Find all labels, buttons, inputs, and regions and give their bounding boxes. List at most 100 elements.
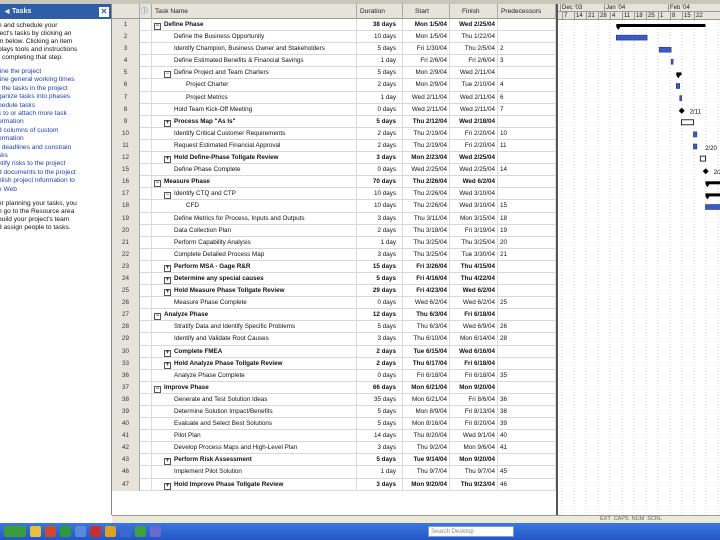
- collapse-icon[interactable]: −: [164, 71, 171, 79]
- task-row-id[interactable]: 20: [112, 224, 140, 237]
- task-predecessors[interactable]: [498, 357, 556, 370]
- task-row-id[interactable]: 46: [112, 466, 140, 479]
- task-start[interactable]: Mon 6/21/04: [403, 393, 450, 406]
- task-predecessors[interactable]: 45: [498, 466, 556, 479]
- expand-icon[interactable]: +: [164, 289, 171, 297]
- task-row-id[interactable]: 5: [112, 67, 140, 80]
- task-duration[interactable]: 3 days: [357, 442, 403, 455]
- task-predecessors[interactable]: [498, 31, 556, 44]
- tasks-pane-link[interactable]: ganize tasks into phases: [0, 93, 109, 101]
- task-predecessors[interactable]: 18: [498, 212, 556, 225]
- task-predecessors[interactable]: 35: [498, 369, 556, 382]
- task-row[interactable]: 9 + Process Map "As Is" 5 days Thu 2/12/04 We…: [112, 115, 556, 128]
- task-start[interactable]: Wed 2/11/04: [403, 103, 450, 116]
- task-row[interactable]: 24 + Determine any special causes 5 days Fri…: [112, 272, 556, 286]
- task-predecessors[interactable]: [498, 272, 556, 286]
- task-duration[interactable]: 3 days: [357, 478, 403, 491]
- collapse-icon[interactable]: −: [164, 192, 171, 200]
- task-row-id[interactable]: 29: [112, 333, 140, 346]
- task-name-cell[interactable]: Stratify Data and Identify Specific Prob…: [152, 321, 357, 334]
- expand-icon[interactable]: +: [164, 156, 171, 164]
- task-row[interactable]: 5− Define Project and Team Charters 5 days…: [112, 67, 556, 80]
- task-start[interactable]: Fri 4/23/04: [403, 285, 450, 298]
- tasks-pane-link[interactable]: d documents to the project: [0, 169, 109, 177]
- task-row-id[interactable]: 10: [112, 127, 140, 140]
- task-finish[interactable]: Fri 3/19/04: [450, 224, 498, 237]
- start-button[interactable]: [4, 526, 26, 537]
- task-name-cell[interactable]: − Define Phase: [152, 19, 357, 32]
- collapse-icon[interactable]: −: [154, 313, 161, 321]
- task-name-cell[interactable]: + Hold Improve Phase Tollgate Review: [152, 478, 357, 491]
- task-finish[interactable]: Mon 9/6/04: [450, 442, 498, 455]
- task-name-cell[interactable]: CFD: [152, 200, 357, 213]
- task-finish[interactable]: Thu 4/22/04: [450, 272, 498, 286]
- task-row-id[interactable]: 19: [112, 212, 140, 225]
- task-finish[interactable]: Fri 2/20/04: [450, 139, 498, 153]
- quicklaunch-icon[interactable]: [45, 526, 56, 537]
- task-duration[interactable]: 38 days: [357, 19, 403, 32]
- task-row[interactable]: 47 + Hold Improve Phase Tollgate Review 3 d…: [112, 478, 556, 491]
- task-start[interactable]: Fri 4/16/04: [403, 272, 450, 286]
- task-predecessors[interactable]: 3: [498, 55, 556, 68]
- task-name-cell[interactable]: Define Metrics for Process, Inputs and O…: [152, 212, 357, 225]
- task-finish[interactable]: Wed 6/2/04: [450, 285, 498, 298]
- task-predecessors[interactable]: [498, 309, 556, 322]
- task-finish[interactable]: Wed 2/11/04: [450, 91, 498, 104]
- task-start[interactable]: Mon 6/21/04: [403, 381, 450, 394]
- task-row-id[interactable]: 26: [112, 297, 140, 310]
- task-start[interactable]: Mon 1/5/04: [403, 31, 450, 44]
- quicklaunch-icon[interactable]: [60, 526, 71, 537]
- task-start[interactable]: Fri 3/26/04: [403, 260, 450, 273]
- collapse-icon[interactable]: −: [154, 23, 161, 30]
- task-finish[interactable]: Wed 6/9/04: [450, 321, 498, 334]
- task-predecessors[interactable]: 40: [498, 430, 556, 443]
- tasks-pane-link[interactable]: fine general working times: [0, 76, 109, 84]
- task-name-cell[interactable]: Implement Pilot Solution: [152, 466, 357, 479]
- task-duration[interactable]: 5 days: [357, 406, 403, 419]
- task-row[interactable]: 37− Improve Phase 66 days Mon 6/21/04 Mon 9/…: [112, 381, 556, 394]
- task-row-id[interactable]: 28: [112, 321, 140, 334]
- task-name-cell[interactable]: + Complete FMEA: [152, 345, 357, 358]
- task-name-cell[interactable]: Project Charter: [152, 79, 357, 92]
- task-name-cell[interactable]: − Measure Phase: [152, 176, 357, 189]
- task-finish[interactable]: Fri 6/18/04: [450, 309, 498, 322]
- task-row[interactable]: 43 + Perform Risk Assessment 5 days Tue 9/14…: [112, 454, 556, 467]
- task-row-id[interactable]: 33: [112, 357, 140, 370]
- task-name-cell[interactable]: Identify and Validate Root Causes: [152, 333, 357, 346]
- task-predecessors[interactable]: 7: [498, 103, 556, 116]
- task-start[interactable]: Thu 8/20/04: [403, 430, 450, 443]
- task-finish[interactable]: Thu 1/22/04: [450, 31, 498, 44]
- task-name-cell[interactable]: Generate and Test Solution Ideas: [152, 393, 357, 406]
- task-name-cell[interactable]: − Identify CTQ and CTP: [152, 188, 357, 201]
- task-row[interactable]: 42 Develop Process Maps and High-Level Pl…: [112, 442, 556, 455]
- task-name-cell[interactable]: Measure Phase Complete: [152, 297, 357, 310]
- task-row[interactable]: 4 Define Estimated Benefits & Financial S…: [112, 55, 556, 68]
- task-predecessors[interactable]: [498, 345, 556, 358]
- task-duration[interactable]: 5 days: [357, 418, 403, 431]
- task-start[interactable]: Tue 6/15/04: [403, 345, 450, 358]
- task-start[interactable]: Fri 2/6/04: [403, 55, 450, 68]
- tasks-pane-link[interactable]: blish project information to e Web: [0, 177, 109, 194]
- task-name-cell[interactable]: Pilot Plan: [152, 430, 357, 443]
- task-duration[interactable]: 14 days: [357, 430, 403, 443]
- duration-column-header[interactable]: Duration: [357, 4, 403, 19]
- task-predecessors[interactable]: [498, 454, 556, 467]
- task-start[interactable]: Thu 2/26/04: [403, 176, 450, 189]
- task-duration[interactable]: 35 days: [357, 393, 403, 406]
- task-finish[interactable]: Thu 4/15/04: [450, 260, 498, 273]
- task-start[interactable]: Thu 6/10/04: [403, 333, 450, 346]
- task-predecessors[interactable]: 4: [498, 79, 556, 92]
- expand-icon[interactable]: +: [164, 361, 171, 369]
- task-name-column-header[interactable]: Task Name: [152, 4, 357, 19]
- quicklaunch-icon[interactable]: [150, 526, 161, 537]
- task-row[interactable]: 18 CFD 10 days Thu 2/26/04 Wed 3/10/04 15: [112, 200, 556, 213]
- task-row-id[interactable]: 37: [112, 381, 140, 394]
- task-duration[interactable]: 5 days: [357, 115, 403, 128]
- task-predecessors[interactable]: [498, 67, 556, 80]
- task-row-id[interactable]: 47: [112, 478, 140, 491]
- task-finish[interactable]: Mon 9/20/04: [450, 454, 498, 467]
- task-row[interactable]: 2 Define the Business Opportunity 10 days M…: [112, 31, 556, 44]
- close-icon[interactable]: ✕: [99, 6, 109, 17]
- task-row-id[interactable]: 11: [112, 139, 140, 153]
- task-duration[interactable]: 5 days: [357, 272, 403, 286]
